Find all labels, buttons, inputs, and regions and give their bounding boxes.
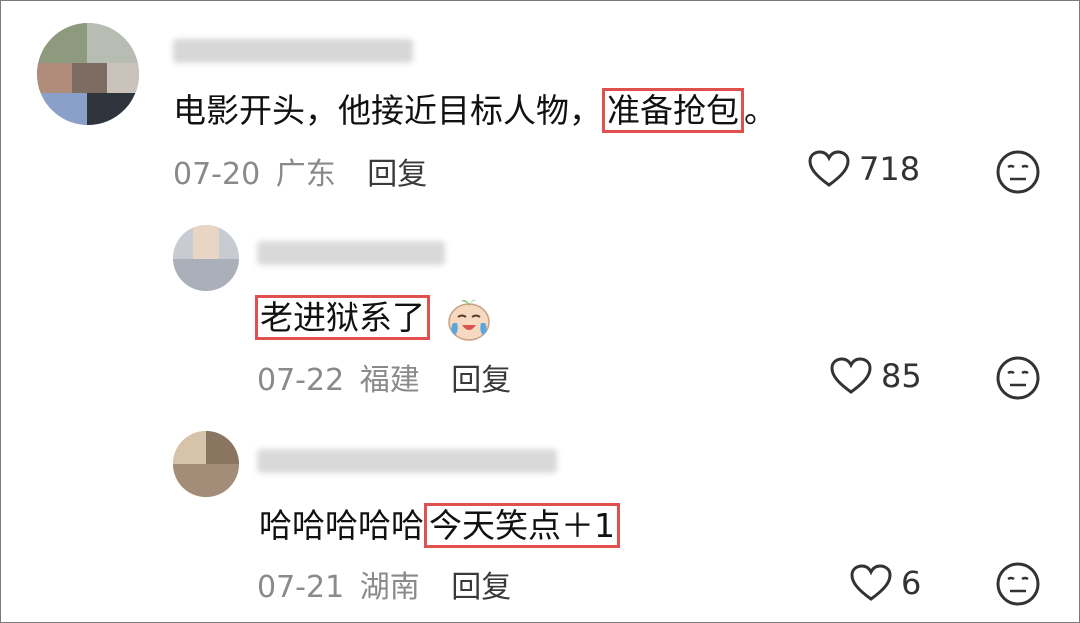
comment-location: 广东 [275, 157, 336, 192]
comment-text: 老进狱系了 [255, 294, 493, 343]
avatar[interactable] [173, 431, 239, 497]
neutral-face-icon[interactable] [995, 149, 1041, 195]
comment-date: 07-20 [173, 157, 261, 192]
comment-tail-text: 。 [744, 91, 777, 130]
neutral-face-icon[interactable] [995, 355, 1041, 401]
comment-thread: 电影开头，他接近目标人物， 准备抢包。 07-20 广东 回复 718 老进狱系了 [0, 0, 1080, 623]
comment-text: 哈哈哈哈哈 今天笑点＋1 [259, 503, 620, 548]
avatar[interactable] [37, 23, 139, 125]
comment-meta: 07-21 湖南 回复 [257, 562, 511, 606]
like-count: 6 [901, 564, 922, 602]
comment-date: 07-22 [257, 363, 345, 398]
highlighted-text: 今天笑点＋1 [424, 503, 620, 548]
reply-button[interactable]: 回复 [367, 157, 427, 192]
like-count: 85 [881, 357, 922, 395]
comment-meta: 07-22 福建 回复 [257, 355, 511, 399]
like-button[interactable]: 85 [829, 356, 922, 396]
heart-outline-icon [808, 150, 850, 187]
comment-plain-text: 哈哈哈哈哈 [259, 506, 424, 545]
username-blurred[interactable] [257, 241, 445, 265]
comment-date: 07-21 [257, 570, 345, 605]
comment-text: 电影开头，他接近目标人物， 准备抢包。 [173, 88, 777, 133]
comment-meta: 07-20 广东 回复 [173, 149, 427, 193]
comment-plain-text: 电影开头，他接近目标人物， [173, 91, 602, 130]
reply-button[interactable]: 回复 [451, 570, 511, 605]
neutral-face-icon[interactable] [995, 561, 1041, 607]
avatar[interactable] [173, 225, 239, 291]
highlighted-text: 准备抢包 [602, 88, 744, 133]
like-count: 718 [859, 150, 921, 188]
reply-button[interactable]: 回复 [451, 363, 511, 398]
heart-outline-icon [850, 564, 892, 601]
like-button[interactable]: 6 [849, 563, 921, 603]
like-button[interactable]: 718 [807, 149, 920, 189]
laughing-crying-emoji [447, 299, 490, 341]
highlighted-text: 老进狱系了 [255, 294, 430, 340]
comment-location: 福建 [359, 363, 420, 398]
username-blurred[interactable] [173, 39, 413, 63]
comment-location: 湖南 [359, 570, 420, 605]
heart-outline-icon [830, 357, 872, 394]
username-blurred[interactable] [257, 449, 557, 473]
